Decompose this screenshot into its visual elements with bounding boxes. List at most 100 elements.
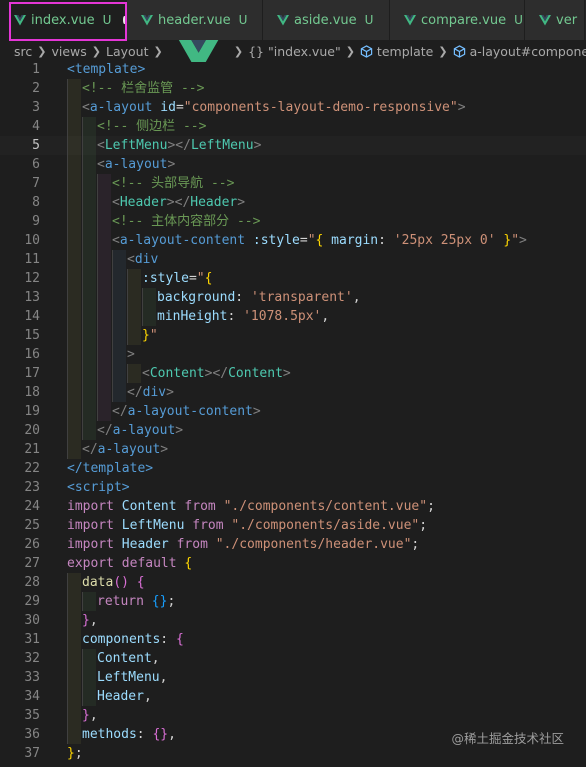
code-line[interactable]: 34 Header, [0, 687, 586, 706]
code-line[interactable]: 9 <!-- 主体内容部分 --> [0, 212, 586, 231]
code-token: </ [112, 404, 128, 419]
code-line[interactable]: 12:style="{ [0, 269, 586, 288]
code-line[interactable]: 19 </a-layout-content> [0, 402, 586, 421]
code-token: "./components/aside.vue" [231, 518, 420, 533]
indent-guide [67, 364, 81, 383]
code-line[interactable]: 32 Content, [0, 649, 586, 668]
code-line[interactable]: 28 data() { [0, 573, 586, 592]
code-line[interactable]: 8 <Header></Header> [0, 193, 586, 212]
code-line[interactable]: 1 <template> [0, 60, 586, 79]
breadcrumb-item[interactable]: a-layout#components-la [453, 44, 586, 59]
code-text: import Content from "./components/conten… [67, 497, 435, 516]
code-token: Content [149, 366, 205, 381]
line-number: 30 [24, 613, 40, 628]
code-text: }; [67, 744, 83, 763]
code-line[interactable]: 3 <a-layout id="components-layout-demo-re… [0, 98, 586, 117]
code-token: import [67, 499, 114, 514]
code-token: "./components/header.vue" [215, 537, 412, 552]
code-line[interactable]: 7 <!-- 头部导航 --> [0, 174, 586, 193]
code-token: > [127, 347, 135, 362]
code-line[interactable]: 15}" [0, 326, 586, 345]
breadcrumb-item[interactable]: Layout [106, 44, 149, 59]
indent-guide [67, 288, 81, 307]
code-token: : [136, 727, 153, 742]
code-line[interactable]: 5 <LeftMenu></LeftMenu> [0, 136, 586, 155]
code-line[interactable]: 2 <!-- 栏舍监管 --> [0, 79, 586, 98]
code-line[interactable]: 14 minHeight: '1078.5px', [0, 307, 586, 326]
code-text: <Content></Content> [142, 364, 291, 383]
code-line[interactable]: 25 import LeftMenu from "./components/asi… [0, 516, 586, 535]
tab-header-vue[interactable]: header.vue U [127, 0, 263, 40]
code-line[interactable]: 11 <div [0, 250, 586, 269]
line-number: 14 [24, 309, 40, 324]
code-token: Content [121, 499, 177, 514]
tab-index-vue[interactable]: index.vue U [0, 0, 127, 40]
code-token: Content [97, 651, 152, 666]
code-token: margin [331, 233, 379, 248]
breadcrumb-item[interactable]: template [360, 44, 433, 59]
code-token: } [67, 746, 75, 761]
indent-guide [82, 326, 96, 345]
code-line[interactable]: 4 <!-- 侧边栏 --> [0, 117, 586, 136]
code-token: ; [167, 594, 176, 609]
breadcrumb-item[interactable]: views [51, 44, 86, 59]
code-token: <template> [67, 62, 146, 77]
code-token: , [89, 613, 98, 628]
breadcrumb-label: template [376, 43, 434, 59]
code-token: '1078.5px' [243, 309, 322, 324]
code-line[interactable]: 17 <Content></Content> [0, 364, 586, 383]
code-line[interactable]: 6 <a-layout> [0, 155, 586, 174]
line-number: 16 [24, 347, 40, 362]
code-text: components: { [82, 630, 184, 649]
code-line[interactable]: 33 LeftMenu, [0, 668, 586, 687]
indent-guide [67, 630, 81, 649]
tab-ver[interactable]: ver [525, 0, 585, 40]
indent-guide [82, 231, 96, 250]
code-token: > [160, 442, 169, 457]
breadcrumb-item[interactable]: src [14, 44, 32, 59]
code-line[interactable]: 13 background: 'transparent', [0, 288, 586, 307]
code-token: > [252, 404, 261, 419]
indent-guide [97, 269, 111, 288]
code-token: import [67, 518, 114, 533]
code-line[interactable]: 24 import Content from "./components/cont… [0, 497, 586, 516]
breadcrumb-label: "index.vue" [268, 43, 341, 59]
line-number: 33 [24, 670, 40, 685]
tab-aside-vue[interactable]: aside.vue U [263, 0, 390, 40]
code-token: " [511, 233, 520, 248]
code-token: "./components/content.vue" [223, 499, 428, 514]
code-token: </ [127, 385, 143, 400]
breadcrumb-item[interactable]: {} "index.vue" [248, 44, 341, 59]
code-line[interactable]: 18 </div> [0, 383, 586, 402]
unsaved-dot-icon[interactable] [123, 16, 126, 24]
code-token: background [157, 290, 236, 305]
indent-guide [112, 345, 126, 364]
line-number: 8 [32, 195, 40, 210]
code-line[interactable]: 20 </a-layout> [0, 421, 586, 440]
code-line[interactable]: 26 import Header from "./components/heade… [0, 535, 586, 554]
code-line[interactable]: 16 > [0, 345, 586, 364]
line-number: 19 [24, 404, 40, 419]
code-line[interactable]: 27 export default { [0, 554, 586, 573]
indent-guide [142, 288, 156, 307]
indent-guide [97, 212, 111, 231]
indent-guide [67, 117, 81, 136]
code-token: '25px 25px 0' [393, 233, 496, 248]
line-number: 31 [24, 632, 40, 647]
breadcrumb-label: Layout [105, 43, 149, 59]
code-line[interactable]: 23 <script> [0, 478, 586, 497]
code-line[interactable]: 31 components: { [0, 630, 586, 649]
code-line[interactable]: 21 </a-layout> [0, 440, 586, 459]
code-line[interactable]: 22 </template> [0, 459, 586, 478]
code-line[interactable]: 30}, [0, 611, 586, 630]
code-line[interactable]: 10 <a-layout-content :style="{ margin: '2… [0, 231, 586, 250]
tab-compare-vue[interactable]: compare.vue U [390, 0, 525, 40]
code-editor[interactable]: 1 <template> 2 <!-- 栏舍监管 --> 3 <a-layout id="… [0, 60, 586, 767]
code-line[interactable]: 35}, [0, 706, 586, 725]
breadcrumb-item[interactable]: index.vue [168, 40, 229, 62]
code-token: import [67, 537, 114, 552]
code-line[interactable]: 29 return {}; [0, 592, 586, 611]
